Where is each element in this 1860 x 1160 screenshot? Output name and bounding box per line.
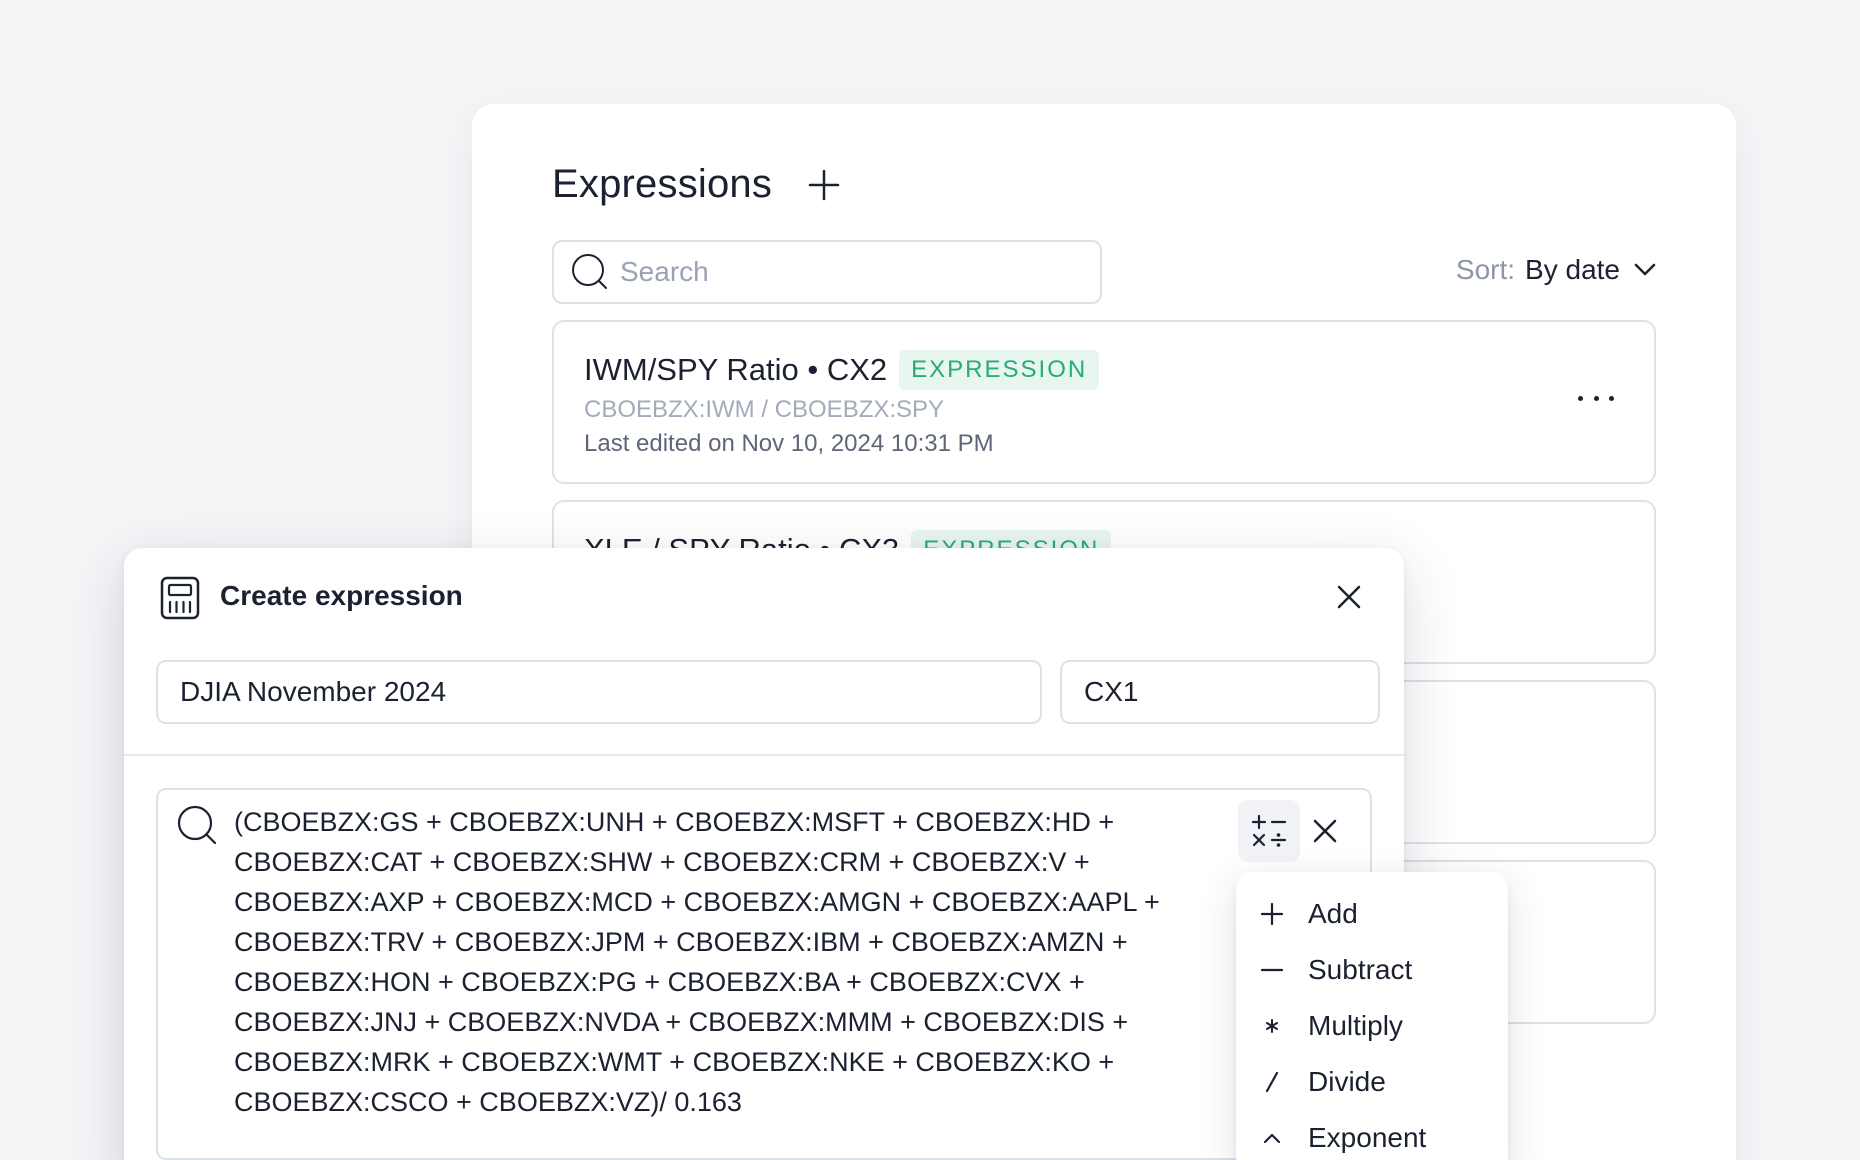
menu-item-label: Exponent [1308,1122,1427,1153]
card-last-edited: Last edited on Nov 10, 2024 10:31 PM [584,430,994,457]
menu-item-label: Multiply [1308,1010,1403,1041]
clear-expression-icon[interactable] [1312,818,1338,844]
close-icon[interactable] [1336,584,1362,610]
dot-icon [1578,395,1583,401]
sort-value: By date [1525,254,1620,285]
expression-code-input[interactable] [1084,676,1378,708]
asterisk-icon [1258,1012,1286,1040]
menu-item-multiply[interactable]: Multiply [1236,998,1508,1054]
card-title: IWM/SPY Ratio • CX2 [584,352,888,387]
menu-item-label: Subtract [1308,954,1413,985]
menu-item-divide[interactable]: Divide [1236,1054,1508,1110]
expression-card[interactable]: IWM/SPY Ratio • CX2 EXPRESSION CBOEBZX:I… [552,320,1656,484]
slash-icon [1258,1068,1286,1096]
calculator-operators-icon [1251,814,1287,847]
caret-up-icon [1258,1124,1286,1152]
search-field[interactable] [552,240,1102,304]
expression-badge: EXPRESSION [899,350,1100,390]
dot-icon [1593,395,1599,401]
card-formula: CBOEBZX:IWM / CBOEBZX:SPY [584,396,945,423]
search-input[interactable] [620,256,1080,288]
sort-dropdown[interactable]: Sort: By date [1456,254,1656,286]
operators-button[interactable] [1238,800,1300,862]
add-expression-button[interactable] [804,165,844,205]
menu-item-label: Divide [1308,1066,1386,1097]
operator-menu: Add Subtract Multiply Divide Exponent [1236,872,1508,1160]
modal-title: Create expression [220,580,463,611]
expression-editor[interactable]: (CBOEBZX:GS + CBOEBZX:UNH + CBOEBZX:MSFT… [156,788,1372,1160]
expression-code-field[interactable] [1060,660,1380,724]
page-title: Expressions [552,162,773,206]
menu-item-subtract[interactable]: Subtract [1236,942,1508,998]
search-icon [570,252,610,292]
expression-name-input[interactable] [180,676,1040,708]
more-options-button[interactable] [1578,388,1614,408]
expression-text[interactable]: (CBOEBZX:GS + CBOEBZX:UNH + CBOEBZX:MSFT… [234,802,1234,1122]
chevron-down-icon [1634,263,1656,277]
divider [124,754,1404,756]
plus-icon [808,169,840,200]
minus-icon [1258,956,1286,984]
plus-icon [1258,900,1286,928]
calculator-icon [160,576,200,620]
search-icon [176,804,218,846]
menu-item-add[interactable]: Add [1236,886,1508,942]
sort-label: Sort: [1455,254,1516,285]
dot-icon [1609,395,1614,401]
expression-name-field[interactable] [156,660,1042,724]
menu-item-label: Add [1308,898,1358,929]
expressions-header: Expressions [552,162,844,207]
card-title-row: IWM/SPY Ratio • CX2 EXPRESSION [584,350,1100,390]
menu-item-exponent[interactable]: Exponent [1236,1110,1508,1160]
create-expression-modal: Create expression (CBOEBZX:GS + CBOEBZX:… [124,548,1404,1160]
